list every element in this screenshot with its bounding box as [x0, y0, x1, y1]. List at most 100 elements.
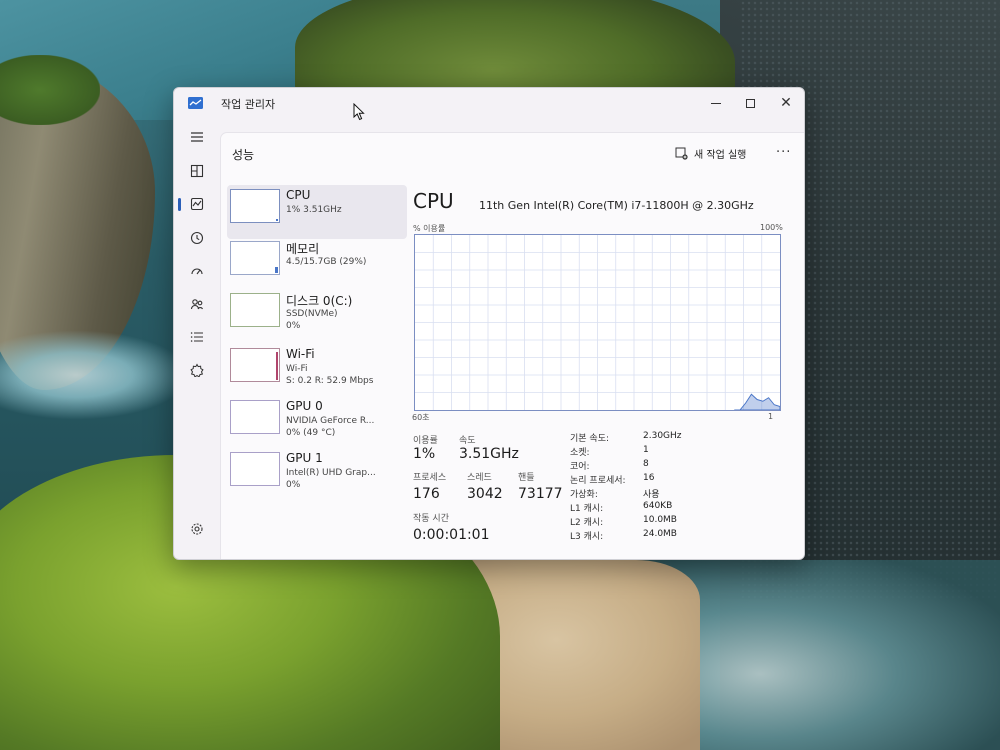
spec-label: 코어:	[570, 462, 590, 472]
resource-item-cpu[interactable]: CPU 1% 3.51GHz	[227, 185, 407, 239]
performance-icon	[190, 197, 204, 211]
maximize-icon	[745, 98, 755, 108]
cpu-model-name: 11th Gen Intel(R) Core(TM) i7-11800H @ 2…	[479, 199, 754, 212]
utilization-axis-max: 100%	[760, 223, 783, 232]
spec-label: 논리 프로세서:	[570, 476, 626, 486]
spec-value: 사용	[643, 490, 660, 500]
page-title: 성능	[232, 148, 255, 162]
sidebar-item-app-history[interactable]	[184, 225, 210, 251]
title-bar[interactable]: 작업 관리자 ✕	[174, 88, 804, 118]
gpu1-mini-graph	[230, 452, 280, 486]
memory-mini-graph	[230, 241, 280, 275]
sidebar-item-startup[interactable]	[184, 258, 210, 284]
resource-usage: 0%	[286, 480, 301, 490]
resource-name: Wi-Fi	[286, 347, 315, 361]
spec-value: 2.30GHz	[643, 431, 682, 441]
minimize-icon	[711, 102, 721, 104]
wallpaper-grass	[0, 55, 100, 125]
run-task-label: 새 작업 실행	[694, 149, 747, 161]
graph-time-axis-end: 1	[768, 412, 774, 421]
resource-detail: Intel(R) UHD Grap...	[286, 468, 376, 478]
speed-value: 3.51GHz	[459, 446, 519, 462]
page-header: 성능 새 작업 실행 ···	[221, 133, 804, 173]
resource-item-gpu1[interactable]: GPU 1 Intel(R) UHD Grap... 0%	[227, 448, 407, 502]
resource-list: CPU 1% 3.51GHz 메모리 4.5/15.7GB (29%) 디스크 …	[227, 185, 407, 505]
utilization-label: 이용률	[413, 436, 438, 446]
sidebar-item-services[interactable]	[184, 357, 210, 383]
hamburger-icon	[191, 132, 203, 142]
startup-apps-icon	[191, 268, 203, 275]
maximize-button[interactable]	[735, 92, 765, 114]
resource-item-disk[interactable]: 디스크 0(C:) SSD(NVMe) 0%	[227, 289, 407, 343]
spec-value: 1	[643, 445, 649, 455]
spec-label: L2 캐시:	[570, 518, 604, 528]
threads-label: 스레드	[467, 473, 492, 483]
disk-mini-graph	[230, 293, 280, 327]
resource-name: GPU 1	[286, 451, 323, 465]
cpu-utilization-graph	[414, 234, 781, 411]
gpu0-mini-graph	[230, 400, 280, 434]
resource-detail: 4.5/15.7GB (29%)	[286, 257, 367, 267]
users-icon	[190, 299, 203, 310]
processes-label: 프로세스	[413, 473, 447, 483]
wallpaper-foam	[0, 330, 190, 420]
resource-usage: 0%	[286, 321, 301, 331]
speed-label: 속도	[459, 436, 476, 446]
resource-detail: Wi-Fi	[286, 364, 308, 374]
handles-value: 73177	[518, 486, 563, 502]
minimize-button[interactable]	[701, 92, 731, 114]
spec-value: 16	[643, 473, 655, 483]
sidebar-item-users[interactable]	[184, 291, 210, 317]
run-new-task-button[interactable]: 새 작업 실행	[675, 143, 746, 163]
mouse-cursor-icon	[353, 103, 365, 121]
cpu-mini-graph	[230, 189, 280, 223]
task-manager-app-icon	[188, 97, 203, 109]
services-icon	[190, 363, 204, 377]
processes-icon	[190, 164, 204, 178]
close-button[interactable]: ✕	[771, 92, 801, 114]
spec-label: L1 캐시:	[570, 504, 604, 514]
utilization-value: 1%	[413, 446, 436, 462]
run-task-icon	[675, 147, 688, 160]
resource-detail: SSD(NVMe)	[286, 309, 338, 319]
resource-item-wifi[interactable]: Wi-Fi Wi-Fi S: 0.2 R: 52.9 Mbps	[227, 344, 407, 398]
cpu-heading: CPU	[413, 189, 454, 213]
spec-value: 640KB	[643, 501, 673, 511]
resource-name: 디스크 0(C:)	[286, 294, 353, 308]
sidebar-item-performance[interactable]	[178, 191, 210, 217]
settings-icon	[191, 523, 203, 535]
spec-label: 소켓:	[570, 448, 590, 458]
app-history-icon	[190, 231, 204, 245]
resource-item-gpu0[interactable]: GPU 0 NVIDIA GeForce R... 0% (49 °C)	[227, 396, 407, 450]
wifi-mini-graph	[230, 348, 280, 382]
handles-label: 핸들	[518, 473, 535, 483]
spec-value: 10.0MB	[643, 515, 677, 525]
graph-time-axis-start: 60초	[412, 413, 430, 422]
more-options-button[interactable]: ···	[776, 145, 791, 160]
resource-item-memory[interactable]: 메모리 4.5/15.7GB (29%)	[227, 237, 407, 291]
sidebar-item-settings[interactable]	[184, 516, 210, 542]
spec-label: L3 캐시:	[570, 532, 604, 542]
threads-value: 3042	[467, 486, 503, 502]
resource-name: GPU 0	[286, 399, 323, 413]
window-title: 작업 관리자	[221, 98, 276, 111]
spec-value: 8	[643, 459, 649, 469]
resource-detail: NVIDIA GeForce R...	[286, 416, 375, 426]
uptime-value: 0:00:01:01	[413, 527, 490, 543]
performance-page: 성능 새 작업 실행 ··· CPU 1% 3.51GHz 메모리 4.5/15…	[220, 132, 804, 559]
spec-label: 가상화:	[570, 490, 598, 500]
cpu-usage-series	[734, 393, 780, 410]
sidebar-item-details[interactable]	[184, 324, 210, 350]
cpu-graph-canvas	[415, 235, 780, 410]
close-icon: ✕	[780, 95, 792, 111]
resource-usage: S: 0.2 R: 52.9 Mbps	[286, 376, 374, 386]
resource-name: CPU	[286, 188, 311, 202]
sidebar-item-processes[interactable]	[184, 158, 210, 184]
spec-value: 24.0MB	[643, 529, 677, 539]
menu-button[interactable]	[184, 124, 210, 150]
spec-label: 기본 속도:	[570, 434, 610, 444]
utilization-axis-label: % 이용률	[413, 224, 446, 233]
uptime-label: 작동 시간	[413, 514, 449, 524]
sidebar	[174, 118, 220, 559]
resource-name: 메모리	[286, 242, 320, 256]
